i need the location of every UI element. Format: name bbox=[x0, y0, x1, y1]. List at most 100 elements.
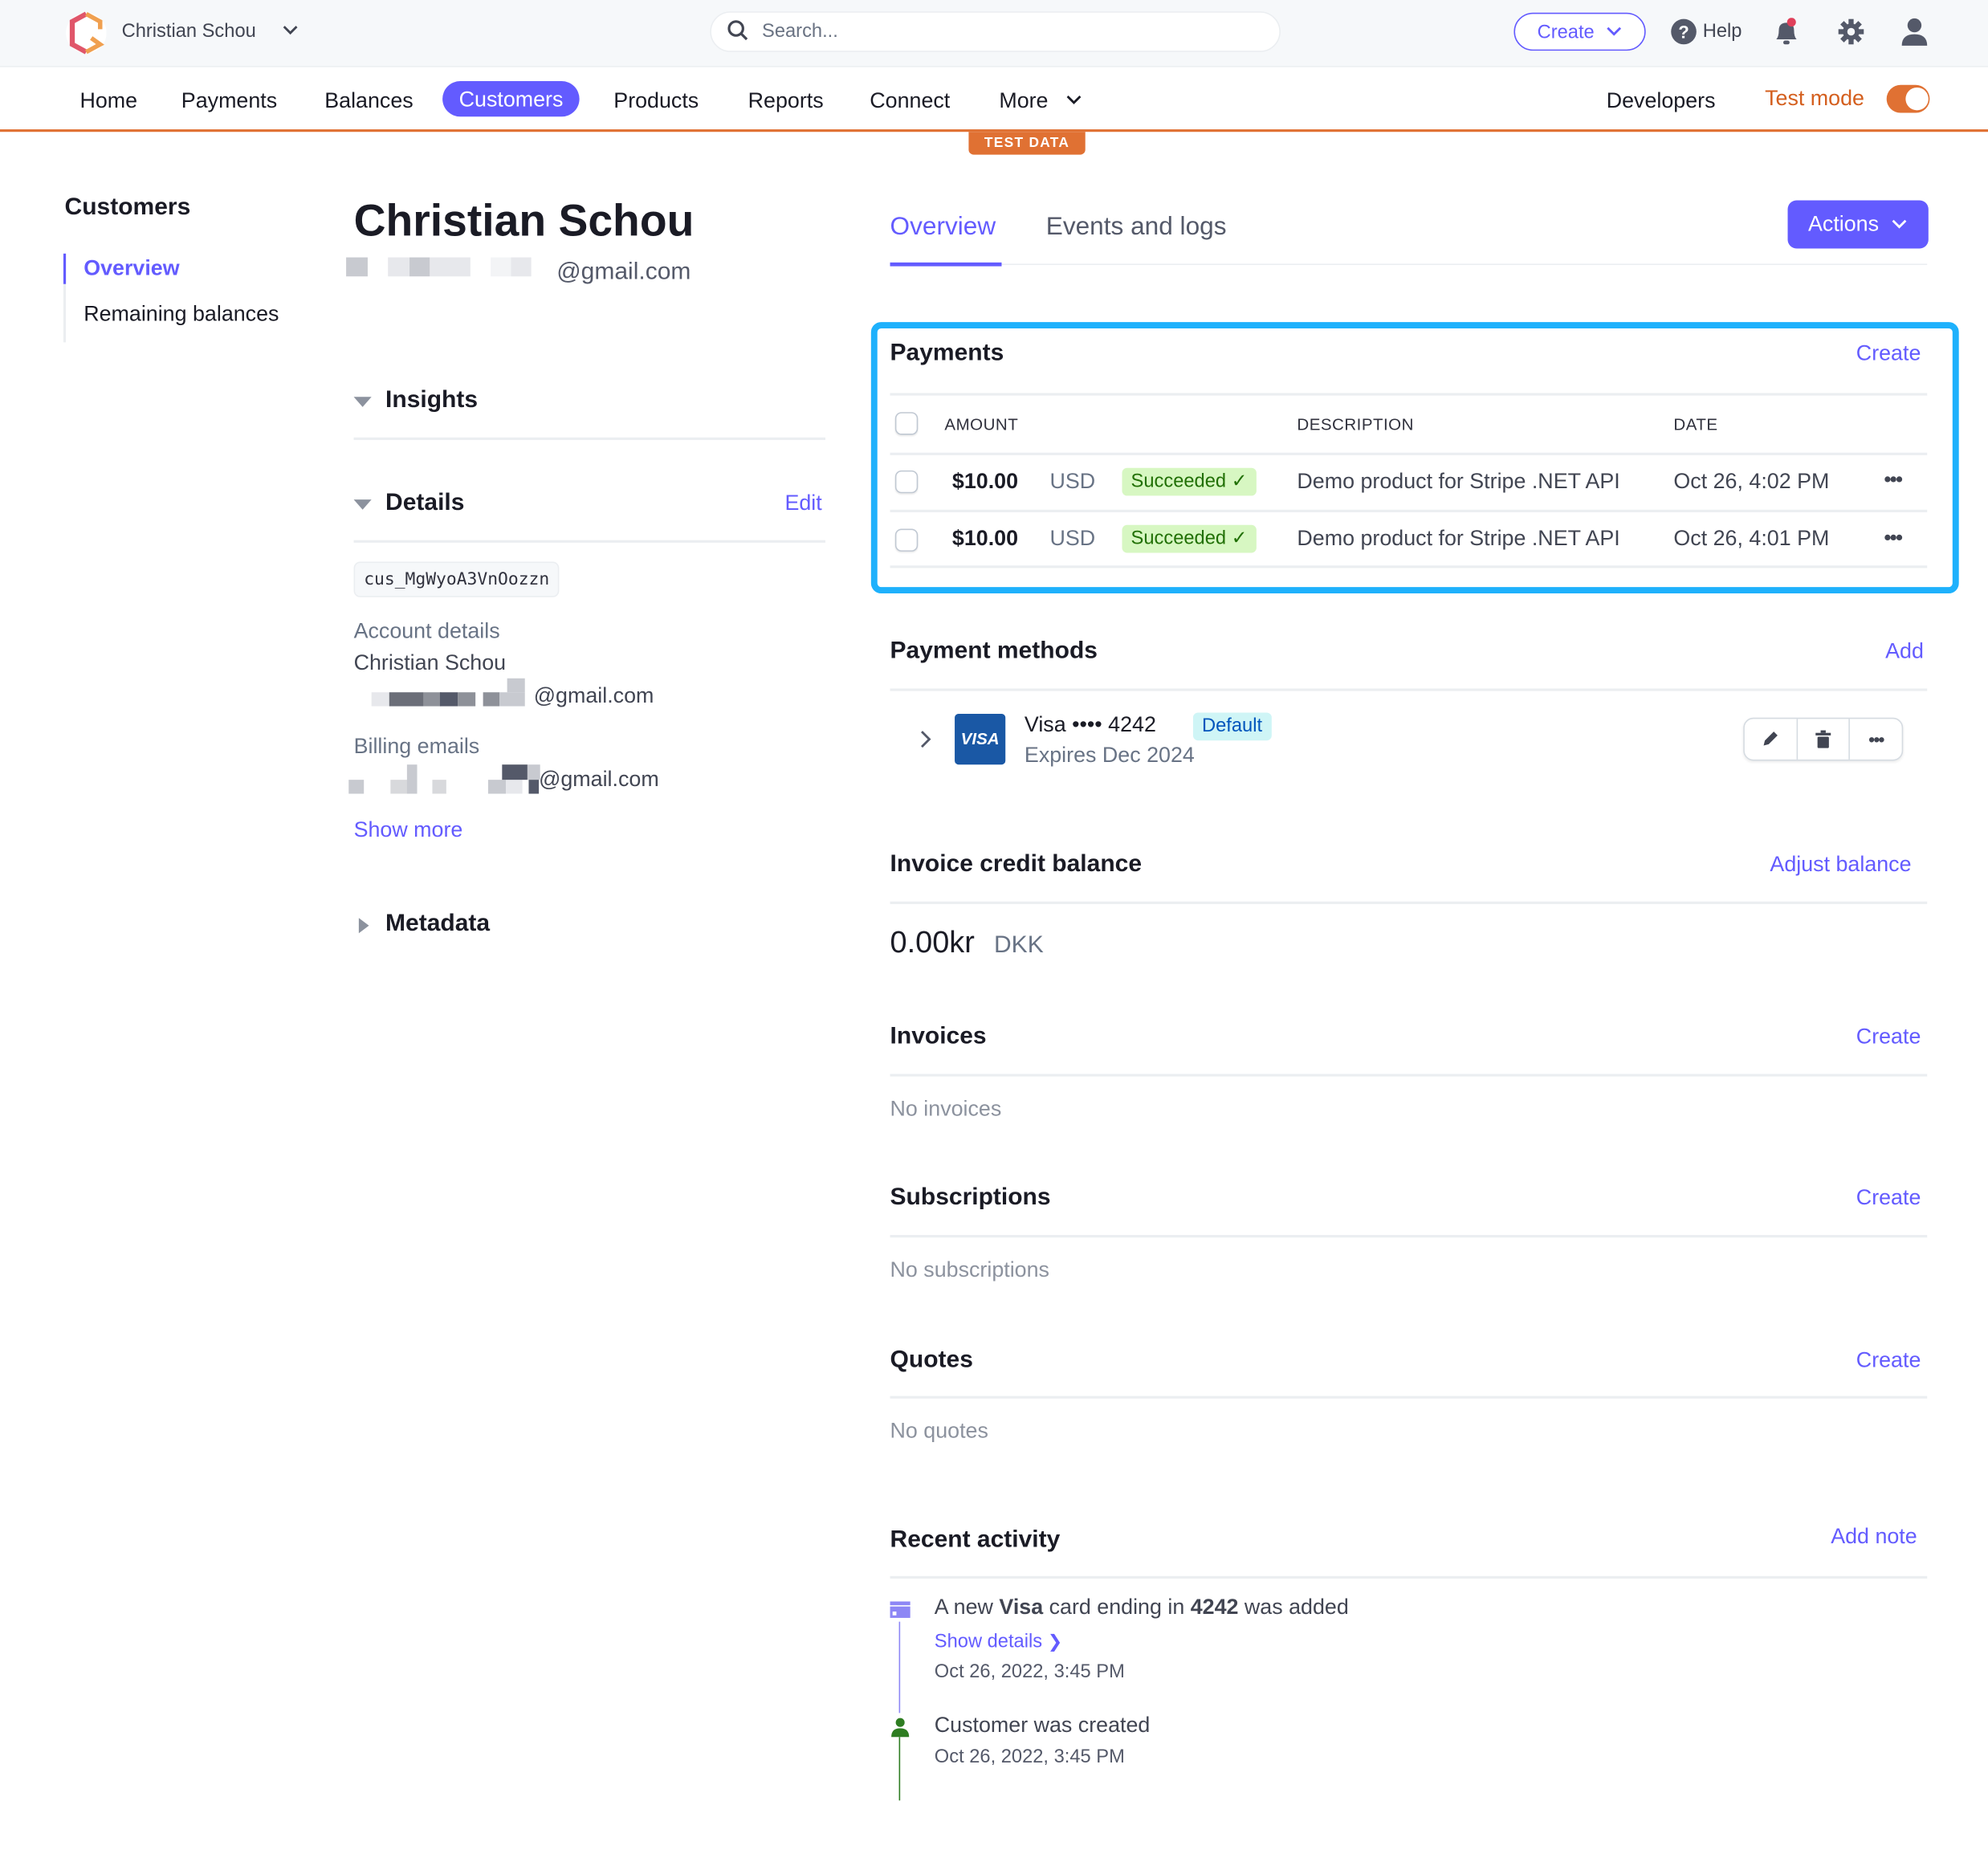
timeline-line bbox=[898, 1621, 901, 1713]
visa-card-icon: VISA bbox=[955, 714, 1006, 765]
sidebar-active-indicator bbox=[63, 253, 67, 284]
nav-customers[interactable]: Customers bbox=[442, 81, 580, 117]
activity-text: A new Visa card ending in 4242 was added bbox=[935, 1595, 1349, 1621]
show-more-link[interactable]: Show more bbox=[354, 818, 463, 844]
test-mode-label: Test mode bbox=[1765, 86, 1864, 111]
nav-connect[interactable]: Connect bbox=[870, 86, 950, 116]
activity-text-part: card ending in bbox=[1043, 1595, 1191, 1620]
account-email: @gmail.com bbox=[533, 683, 654, 708]
metadata-toggle[interactable]: Metadata bbox=[385, 911, 490, 939]
create-button-label: Create bbox=[1537, 21, 1595, 43]
activity-date: Oct 26, 2022, 3:45 PM bbox=[934, 1661, 1125, 1683]
account-logo-icon[interactable] bbox=[66, 10, 107, 56]
divider bbox=[353, 437, 825, 440]
details-toggle[interactable]: Details bbox=[385, 490, 464, 518]
chevron-right-icon[interactable] bbox=[918, 729, 933, 749]
check-icon: ✓ bbox=[1231, 470, 1248, 492]
credit-card-icon bbox=[890, 1601, 910, 1618]
status-label: Succeeded bbox=[1130, 470, 1227, 492]
customer-person-icon bbox=[891, 1718, 910, 1738]
edit-details-link[interactable]: Edit bbox=[784, 491, 821, 516]
row-checkbox[interactable] bbox=[894, 470, 919, 494]
nav-balances[interactable]: Balances bbox=[324, 86, 413, 116]
adjust-balance-link[interactable]: Adjust balance bbox=[1770, 852, 1911, 878]
show-details-link[interactable]: Show details ❯ bbox=[935, 1631, 1062, 1652]
help-button[interactable]: Help bbox=[1703, 20, 1742, 42]
nav-payments[interactable]: Payments bbox=[181, 86, 277, 116]
billing-emails-label: Billing emails bbox=[353, 734, 480, 759]
nav-reports[interactable]: Reports bbox=[748, 86, 824, 116]
card-label: Visa •••• 4242 bbox=[1024, 712, 1156, 737]
create-invoice-link[interactable]: Create bbox=[1856, 1025, 1921, 1050]
divider bbox=[890, 452, 1928, 455]
more-card-actions-button[interactable]: ••• bbox=[1850, 719, 1901, 760]
caret-down-icon[interactable] bbox=[353, 397, 372, 407]
divider bbox=[890, 1235, 1928, 1238]
row-more-icon[interactable]: ••• bbox=[1884, 469, 1903, 491]
sidebar-title: Customers bbox=[64, 194, 191, 221]
divider bbox=[890, 1396, 1928, 1399]
create-payment-link[interactable]: Create bbox=[1856, 341, 1921, 367]
tab-overview[interactable]: Overview bbox=[890, 213, 996, 242]
settings-gear-icon[interactable] bbox=[1837, 18, 1865, 46]
recent-activity-title: Recent activity bbox=[890, 1526, 1061, 1554]
row-checkbox[interactable] bbox=[894, 528, 919, 552]
payment-currency: USD bbox=[1049, 469, 1096, 494]
invoices-title: Invoices bbox=[890, 1023, 987, 1050]
activity-text: Customer was created bbox=[934, 1713, 1151, 1738]
add-note-link[interactable]: Add note bbox=[1831, 1524, 1917, 1550]
timeline-line bbox=[898, 1737, 901, 1801]
test-data-badge: TEST DATA bbox=[968, 132, 1086, 155]
divider bbox=[890, 393, 1928, 396]
add-payment-method-link[interactable]: Add bbox=[1885, 639, 1924, 665]
create-quote-link[interactable]: Create bbox=[1856, 1348, 1921, 1374]
divider bbox=[890, 509, 1928, 512]
activity-card-last4: 4242 bbox=[1190, 1595, 1239, 1620]
credit-balance-amount: 0.00kr bbox=[890, 925, 975, 960]
search-icon bbox=[727, 20, 748, 41]
divider bbox=[890, 1074, 1928, 1077]
sidebar-item-remaining-balances[interactable]: Remaining balances bbox=[84, 302, 279, 328]
invoices-empty-state: No invoices bbox=[890, 1096, 1002, 1121]
edit-card-button[interactable] bbox=[1745, 719, 1798, 760]
tab-events-and-logs[interactable]: Events and logs bbox=[1046, 213, 1227, 242]
row-more-icon[interactable]: ••• bbox=[1884, 528, 1903, 550]
insights-toggle[interactable]: Insights bbox=[385, 387, 478, 415]
divider bbox=[890, 1575, 1928, 1579]
chevron-down-icon bbox=[1066, 96, 1082, 104]
quotes-title: Quotes bbox=[890, 1347, 973, 1374]
notifications-bell-icon[interactable] bbox=[1773, 18, 1801, 48]
account-switcher[interactable]: Christian Schou bbox=[122, 20, 256, 42]
invoice-credit-balance-title: Invoice credit balance bbox=[890, 850, 1143, 878]
nav-products[interactable]: Products bbox=[613, 86, 699, 116]
caret-down-icon[interactable] bbox=[353, 499, 372, 510]
help-icon[interactable]: ? bbox=[1671, 18, 1697, 45]
card-expiry: Expires Dec 2024 bbox=[1024, 743, 1195, 768]
activity-card-brand: Visa bbox=[999, 1595, 1044, 1620]
create-subscription-link[interactable]: Create bbox=[1856, 1185, 1921, 1211]
delete-card-button[interactable] bbox=[1798, 719, 1851, 760]
payment-methods-title: Payment methods bbox=[890, 638, 1098, 665]
nav-developers[interactable]: Developers bbox=[1607, 86, 1716, 116]
divider bbox=[890, 901, 1928, 904]
chevron-down-icon bbox=[283, 26, 298, 35]
status-badge: Succeeded ✓ bbox=[1122, 467, 1257, 496]
nav-more[interactable]: More bbox=[999, 86, 1048, 116]
nav-home[interactable]: Home bbox=[79, 86, 137, 116]
select-all-checkbox[interactable] bbox=[894, 412, 919, 435]
payment-date: Oct 26, 4:01 PM bbox=[1673, 526, 1830, 551]
billing-email: @gmail.com bbox=[539, 767, 659, 792]
customer-id[interactable]: cus_MgWyoA3VnOozzn bbox=[353, 561, 560, 597]
user-profile-icon[interactable] bbox=[1900, 17, 1929, 47]
more-icon: ••• bbox=[1868, 728, 1884, 750]
actions-button[interactable]: Actions bbox=[1787, 200, 1929, 249]
divider bbox=[890, 688, 1928, 691]
search-placeholder: Search... bbox=[762, 20, 838, 43]
caret-right-icon[interactable] bbox=[358, 918, 369, 934]
create-button[interactable]: Create bbox=[1513, 12, 1646, 51]
activity-text-part: A new bbox=[934, 1595, 1000, 1620]
customer-name: Christian Schou bbox=[353, 196, 695, 247]
subscriptions-title: Subscriptions bbox=[890, 1184, 1051, 1212]
show-details-label: Show details bbox=[934, 1630, 1043, 1652]
sidebar-item-overview[interactable]: Overview bbox=[84, 256, 179, 282]
